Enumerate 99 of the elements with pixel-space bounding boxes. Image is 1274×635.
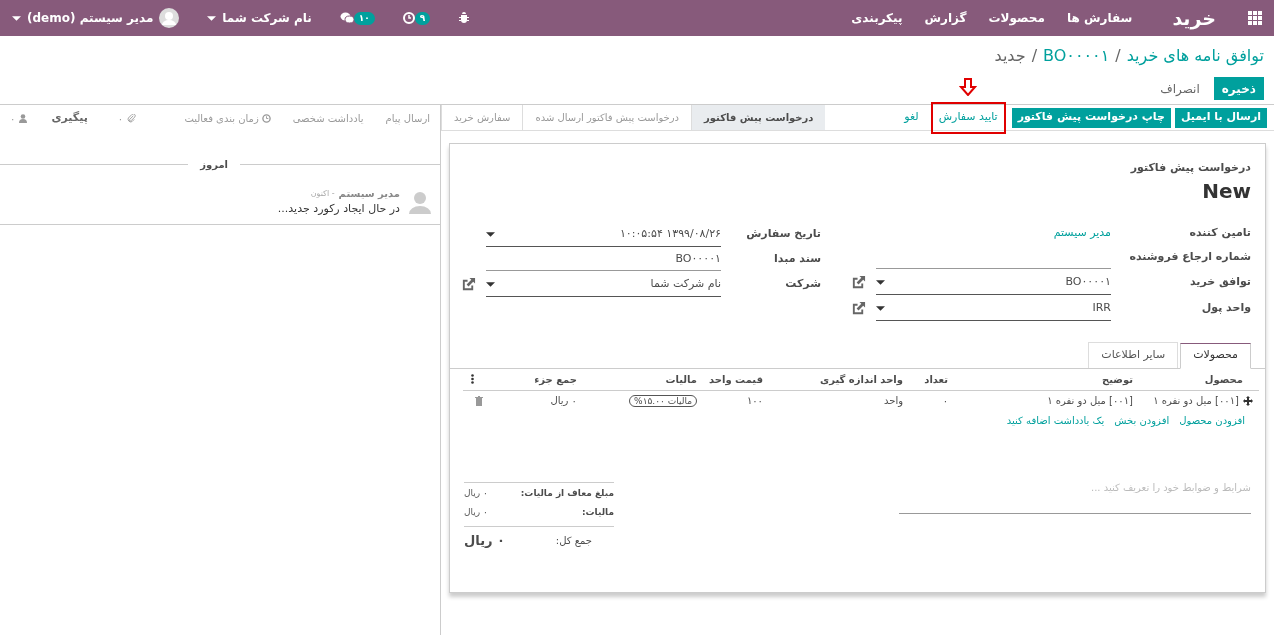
external-link-icon[interactable] [851, 275, 866, 290]
user-menu[interactable]: مدیر سیستم (demo) [27, 9, 154, 27]
paperclip-icon [127, 113, 137, 123]
dropdown-field[interactable]: نام شرکت شما [486, 272, 721, 297]
dropdown-field[interactable]: ۱۳۹۹/۰۸/۲۶ ۱۰:۰۵:۵۴ [486, 222, 721, 247]
down-arrow-icon [959, 77, 978, 96]
column-header: مالیات [582, 368, 703, 391]
tab[interactable]: محصولات [1180, 342, 1251, 369]
breadcrumb-current: جدید [994, 45, 1026, 67]
breadcrumb-separator: / [1031, 45, 1038, 67]
discard-button[interactable]: انصراف [1154, 77, 1206, 100]
form-subtitle: درخواست پیش فاکتور [1129, 160, 1251, 176]
table-cell: ۱۰۰ [746, 395, 763, 407]
table-cell: واحد [883, 395, 903, 407]
field-label: تاریخ سفارش [745, 226, 821, 243]
field-label: سند مبدا [773, 251, 821, 268]
total-label: مالیات: [581, 506, 614, 519]
caret-icon [207, 15, 217, 21]
toolbar-button[interactable]: چاپ درخواست پیش فاکتور [1011, 107, 1171, 128]
external-link-icon[interactable] [461, 277, 476, 292]
dropdown-field[interactable]: IRR [876, 296, 1111, 321]
apps-grid-icon[interactable] [1248, 11, 1262, 25]
column-header: محصول [1139, 368, 1259, 391]
field-link[interactable]: مدیر سیستم [876, 225, 1111, 242]
schedule-activity-button[interactable]: زمان بندی فعالیت [184, 110, 271, 126]
chat-bubbles-icon[interactable] [339, 12, 354, 24]
status-stage[interactable]: درخواست پیش فاکتور [691, 105, 826, 130]
total-value: ۰ ریال [464, 506, 488, 519]
add-line-link[interactable]: افزودن بخش [1114, 412, 1170, 428]
caret-icon [486, 231, 495, 237]
send-message-button[interactable]: ارسال پیام [385, 110, 430, 126]
follow-button[interactable]: پیگیری [51, 109, 88, 127]
field-value: ۱۳۹۹/۰۸/۲۶ ۱۰:۰۵:۵۴ [619, 225, 721, 242]
bug-icon[interactable] [458, 12, 471, 24]
add-line-link[interactable]: یک یادداشت اضافه کنید [1006, 412, 1105, 428]
message-body: در حال ایجاد رکورد جدید... [277, 201, 400, 217]
move-handle-icon[interactable] [1243, 395, 1253, 406]
caret-icon [876, 305, 885, 311]
column-header: قیمت واحد [702, 368, 769, 391]
field-label: تامین کننده [1188, 225, 1251, 242]
menu-item[interactable]: سفارش ها [1066, 9, 1133, 27]
message-time: - اکنون [310, 187, 335, 200]
record-title: New [1201, 177, 1251, 205]
company-switcher[interactable]: نام شرکت شما [222, 9, 312, 27]
column-header: توضیح [954, 368, 1139, 391]
table-cell-text: [۰۰۱] میل دو نفره ۱ [1153, 394, 1239, 409]
message-author: مدیر سیستم [338, 187, 400, 201]
save-button[interactable]: ذخیره [1213, 77, 1264, 100]
app-brand: خرید [1172, 5, 1216, 32]
menu-item[interactable]: محصولات [988, 9, 1045, 27]
status-stage[interactable]: درخواست پیش فاکتور ارسال شده [522, 105, 692, 130]
followers-button[interactable]: ۰ [10, 110, 28, 126]
total-label: مبلغ معاف از مالیات: [520, 486, 614, 500]
trash-icon[interactable] [474, 395, 483, 406]
external-link-icon[interactable] [851, 301, 866, 316]
column-header: واحد اندازه گیری [769, 368, 909, 391]
user-icon [19, 113, 28, 123]
clock-icon [261, 113, 271, 123]
count-badge: ۱۰ [353, 11, 375, 25]
menu-item[interactable]: گزارش [924, 9, 967, 27]
date-separator: امروز [198, 158, 229, 172]
clock-icon[interactable] [402, 12, 415, 24]
column-header: تعداد [909, 368, 954, 391]
input-field[interactable]: BO۰۰۰۰۱ [486, 248, 721, 271]
column-options-icon[interactable] [471, 374, 475, 385]
log-note-button[interactable]: یادداشت شخصی [292, 110, 364, 126]
field-value: نام شرکت شما [650, 275, 721, 292]
menu-item[interactable]: پیکربندی [851, 9, 903, 27]
toolbar-button[interactable]: تایید سفارش [932, 103, 1004, 132]
notes-field[interactable]: شرایط و ضوابط خود را تعریف کنید ... [899, 479, 1251, 514]
field-label: شماره ارجاع فروشنده [1128, 249, 1251, 266]
total-label: جمع کل: [555, 533, 593, 548]
grand-total: ۰ ریال [464, 531, 505, 550]
field-label: شرکت [784, 276, 821, 293]
breadcrumb-separator: / [1115, 45, 1121, 67]
tab[interactable]: سایر اطلاعات [1088, 341, 1179, 368]
field-value: BO۰۰۰۰۱ [1065, 273, 1111, 290]
caret-icon [486, 281, 495, 287]
field-label: توافق خرید [1189, 274, 1251, 291]
count-badge: ۹ [414, 11, 431, 25]
breadcrumb-link[interactable]: توافق نامه های خرید [1126, 44, 1264, 68]
total-value: ۰ ریال [464, 486, 488, 500]
toolbar-button[interactable]: ارسال با ایمیل [1174, 107, 1267, 128]
attachments-button[interactable]: ۰ [117, 110, 137, 126]
avatar-icon [159, 8, 180, 28]
table-cell: [۰۰۱] میل دو نفره ۱ [1047, 395, 1133, 407]
table-cell: ۰ ریال [550, 395, 577, 407]
avatar-icon [408, 189, 432, 214]
caret-icon [12, 15, 21, 21]
status-stage[interactable]: سفارش خرید [441, 105, 523, 130]
breadcrumb-link[interactable]: BO۰۰۰۰۱ [1043, 44, 1110, 68]
field-value: IRR [1092, 299, 1111, 316]
field-label: واحد پول [1200, 300, 1251, 317]
caret-icon [876, 279, 885, 285]
column-header: جمع جزء [482, 368, 583, 391]
add-line-link[interactable]: افزودن محصول [1179, 412, 1245, 428]
dropdown-field[interactable]: BO۰۰۰۰۱ [876, 270, 1111, 295]
toolbar-button[interactable]: لغو [898, 107, 925, 128]
table-cell: ۰ [942, 395, 948, 407]
